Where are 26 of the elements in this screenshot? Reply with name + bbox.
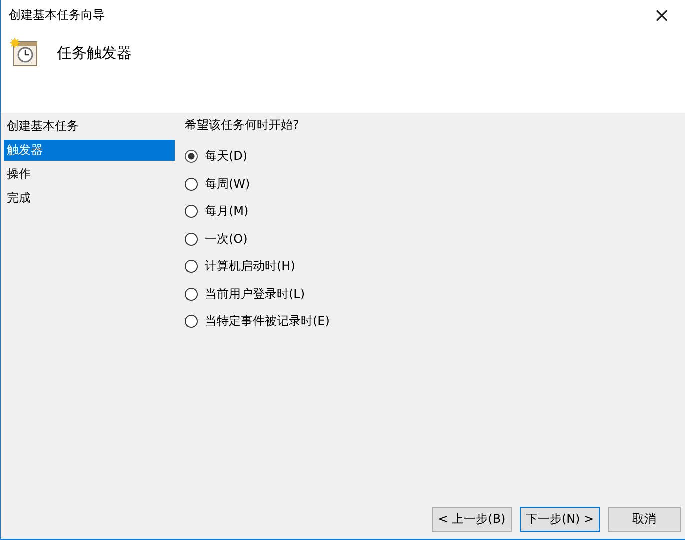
- dialog-button[interactable]: 下一步(N) >: [520, 507, 600, 532]
- radio-label[interactable]: 一次(O): [205, 230, 248, 248]
- radio-label[interactable]: 每天(D): [205, 148, 248, 166]
- radio-button[interactable]: [185, 150, 198, 164]
- sidebar-item[interactable]: 操作: [4, 164, 175, 188]
- radio-label[interactable]: 当特定事件被记录时(E): [205, 313, 330, 330]
- sidebar-item[interactable]: 完成: [4, 188, 175, 212]
- radio-button[interactable]: [185, 178, 198, 191]
- window-title: 创建基本任务向导: [9, 6, 105, 24]
- radio-label[interactable]: 每周(W): [205, 176, 250, 193]
- question-text: 希望该任务何时开始?: [185, 117, 300, 134]
- clock-icon: [9, 38, 39, 68]
- radio-label[interactable]: 每月(M): [205, 203, 249, 220]
- sidebar-item[interactable]: 创建基本任务: [4, 116, 175, 140]
- radio-button[interactable]: [185, 232, 198, 246]
- radio-button[interactable]: [185, 288, 198, 301]
- radio-label[interactable]: 计算机启动时(H): [205, 258, 296, 276]
- radio-button[interactable]: [185, 315, 198, 328]
- radio-button[interactable]: [185, 260, 198, 274]
- dialog-button[interactable]: < 上一步(B): [432, 507, 512, 532]
- page-heading: 任务触发器: [57, 44, 132, 62]
- dialog-button[interactable]: 取消: [608, 507, 681, 532]
- close-button[interactable]: ×: [639, 0, 685, 30]
- sidebar-item[interactable]: 触发器: [4, 140, 175, 161]
- radio-label[interactable]: 当前用户登录时(L): [205, 286, 306, 303]
- radio-button[interactable]: [185, 205, 198, 218]
